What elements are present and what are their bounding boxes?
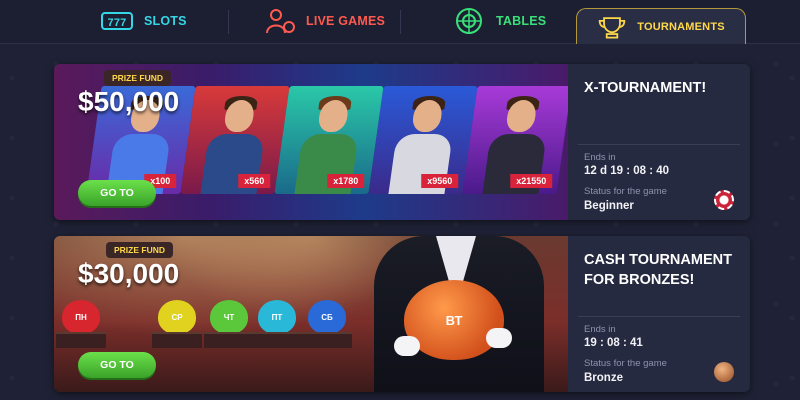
- slots-777-icon: 777: [101, 12, 133, 30]
- nav-tab-label: LIVE GAMES: [306, 14, 386, 28]
- tournament-banner[interactable]: x100 x560 x1780 x9560 x21550 PRIZE FUND …: [54, 64, 568, 220]
- nav-tab-tables[interactable]: TABLES: [452, 0, 546, 42]
- tournament-card[interactable]: x100 x560 x1780 x9560 x21550 PRIZE FUND …: [54, 64, 750, 220]
- nav-tab-label: SLOTS: [144, 14, 187, 28]
- multiplier-badge: x21550: [510, 174, 553, 188]
- prize-fund-amount: $50,000: [78, 86, 180, 117]
- ends-in-timer: 19 : 08 : 41: [584, 337, 643, 349]
- status-label: Status for the game: [584, 186, 667, 197]
- winner-panel: x21550: [462, 86, 568, 194]
- status-value: Beginner: [584, 200, 634, 212]
- prize-fund-amount: $30,000: [78, 258, 180, 289]
- status-value: Bronze: [584, 372, 623, 384]
- nav-tab-label: TOURNAMENTS: [637, 20, 725, 33]
- piggy-bank: СБ: [302, 300, 352, 348]
- nav-tab-tournaments[interactable]: TOURNAMENTS: [576, 8, 746, 44]
- tournament-card[interactable]: ПН СР ЧТ ПТ СБ ВТ PRIZE FUND $30,000 GO …: [54, 236, 750, 392]
- winner-panel: x9560: [368, 86, 478, 194]
- tournament-title: X-TOURNAMENT!: [584, 80, 707, 96]
- ends-in-timer: 12 d 19 : 08 : 40: [584, 165, 670, 177]
- nav-tab-slots[interactable]: 777 SLOTS: [100, 0, 187, 42]
- go-to-button[interactable]: GO TO: [78, 352, 156, 378]
- top-nav: 777 SLOTS LIVE GAMES TABLES TOURNAMENTS: [0, 0, 800, 44]
- nav-divider: [228, 10, 229, 34]
- multiplier-badge: x9560: [421, 174, 459, 188]
- roulette-wheel-icon: [456, 8, 482, 34]
- go-to-button[interactable]: GO TO: [78, 180, 156, 206]
- bronze-coin-icon: [714, 362, 734, 382]
- prize-fund-label: PRIZE FUND: [106, 242, 173, 258]
- ends-in-label: Ends in: [584, 152, 616, 163]
- tournament-info: CASH TOURNAMENT FOR BRONZES! Ends in 19 …: [568, 236, 750, 392]
- winner-panel: x1780: [274, 86, 384, 194]
- nav-divider: [400, 10, 401, 34]
- nav-tab-live-games[interactable]: LIVE GAMES: [262, 0, 385, 42]
- prize-fund-label: PRIZE FUND: [104, 70, 171, 86]
- divider: [578, 144, 740, 145]
- host-figure: ВТ: [354, 236, 544, 392]
- nav-tab-label: TABLES: [496, 14, 547, 28]
- piggy-bank: ЧТ: [204, 300, 254, 348]
- tournament-title: CASH TOURNAMENT FOR BRONZES!: [584, 252, 732, 288]
- ends-in-label: Ends in: [584, 324, 616, 335]
- trophy-cup-icon: [598, 16, 626, 38]
- tournament-banner[interactable]: ПН СР ЧТ ПТ СБ ВТ PRIZE FUND $30,000 GO …: [54, 236, 568, 392]
- tournament-info: X-TOURNAMENT! Ends in 12 d 19 : 08 : 40 …: [568, 64, 750, 220]
- piggy-bank: ПН: [56, 300, 106, 348]
- winner-panel: x560: [180, 86, 290, 194]
- multiplier-badge: x1780: [327, 174, 365, 188]
- svg-text:777: 777: [108, 17, 127, 29]
- piggy-bank: ПТ: [252, 300, 302, 348]
- status-label: Status for the game: [584, 358, 667, 369]
- poker-chip-red-icon: [714, 190, 734, 210]
- dealer-chips-icon: [266, 9, 295, 34]
- piggy-bank: СР: [152, 300, 202, 348]
- multiplier-badge: x560: [238, 174, 271, 188]
- divider: [578, 316, 740, 317]
